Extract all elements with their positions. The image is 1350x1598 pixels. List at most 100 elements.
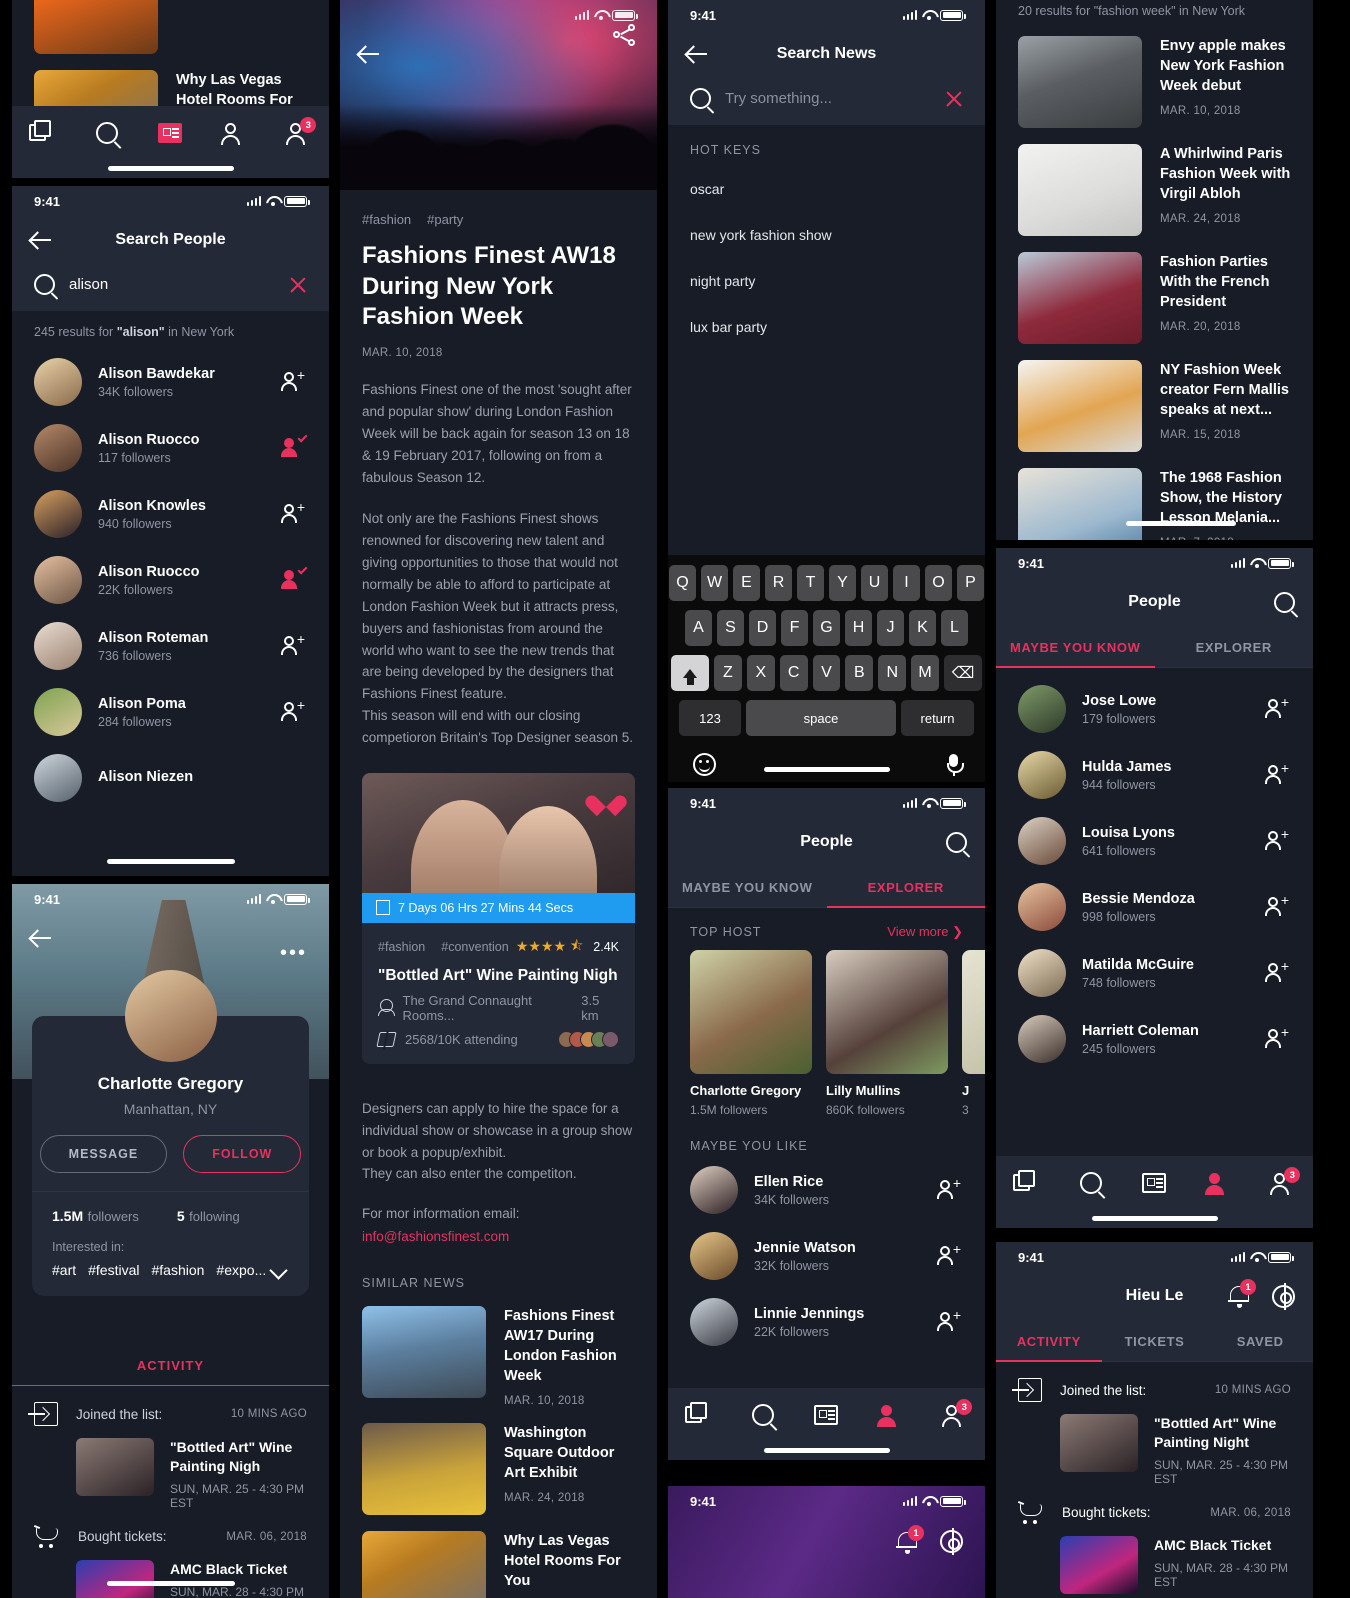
tab-maybe-you-know[interactable]: MAYBE YOU KNOW [996,626,1155,668]
following-icon[interactable] [281,432,308,460]
following-icon[interactable] [281,564,308,592]
key-y[interactable]: Y [829,565,856,601]
share-icon[interactable] [613,24,635,46]
activity-item[interactable]: "Bottled Art" Wine Painting Nigh SUN, MA… [76,1438,307,1510]
add-friend-icon[interactable]: + [281,698,307,724]
news-icon[interactable] [155,120,185,148]
news-list-item[interactable]: Why Las Vegas Hotel Rooms For You MAR. 2… [340,1523,657,1598]
profile-icon[interactable]: 3 [282,117,317,148]
back-icon[interactable] [30,229,52,251]
email-link[interactable]: info@fashionsfinest.com [362,1229,635,1244]
news-list-item[interactable]: NY Fashion Week creator Fern Mallis spea… [996,352,1313,460]
key-l[interactable]: L [941,610,968,646]
event-tag[interactable]: #convention [441,940,508,954]
home-icon[interactable] [28,120,59,148]
clear-icon[interactable] [945,90,963,108]
gear-icon[interactable] [1272,1284,1295,1308]
people-icon[interactable] [219,120,249,148]
list-item[interactable]: Harriett Coleman 245 followers + [996,1006,1313,1072]
gear-icon[interactable] [940,1530,963,1553]
chevron-down-icon[interactable] [269,1260,288,1280]
key-o[interactable]: O [925,565,952,601]
search-icon[interactable] [1274,591,1295,613]
list-item[interactable]: Matilda McGuire 748 followers + [996,940,1313,1006]
list-item[interactable]: Alison Niezen [12,745,329,811]
tab-maybe-you-know[interactable]: MAYBE YOU KNOW [668,866,827,907]
search-icon[interactable] [946,831,967,853]
list-item[interactable]: Alison Knowles 940 followers + [12,481,329,547]
key-p[interactable]: P [957,565,984,601]
news-icon[interactable] [1139,1170,1169,1198]
host-card[interactable]: Charlotte Gregory 1.5M followers [690,950,812,1117]
activity-item[interactable]: AMC Black Ticket SUN, MAR. 28 - 4:30 PM … [76,1559,307,1598]
news-list-item[interactable]: The 1968 Fashion Show, the History Lesso… [996,460,1313,540]
key-h[interactable]: H [845,610,872,646]
hotkey-item[interactable]: night party [690,273,963,289]
add-friend-icon[interactable]: + [281,500,307,526]
news-list-item[interactable]: Fashion Parties With the French Presiden… [996,244,1313,352]
list-item[interactable]: Jennie Watson 32K followers + [668,1223,985,1289]
key-g[interactable]: G [813,610,840,646]
news-list-item[interactable]: Envy apple makes New York Fashion Week d… [996,28,1313,136]
key-b[interactable]: B [845,655,874,691]
key-n[interactable]: N [878,655,907,691]
search-bar[interactable]: Try something... [668,78,985,125]
list-item[interactable]: Bessie Mendoza 998 followers + [996,874,1313,940]
hotkey-item[interactable]: lux bar party [690,319,963,335]
tab-saved[interactable]: SAVED [1207,1320,1313,1361]
space-key[interactable]: space [746,700,896,736]
activity-tab[interactable]: ACTIVITY [12,1344,329,1386]
tab-tickets[interactable]: TICKETS [1102,1320,1208,1361]
add-friend-icon[interactable]: + [281,632,307,658]
shift-key[interactable] [671,655,709,691]
tab-explorer[interactable]: EXPLORER [1155,626,1314,667]
home-icon[interactable] [684,1402,715,1430]
message-button[interactable]: MESSAGE [39,1135,168,1173]
notification-bell-icon[interactable]: 1 [1228,1279,1256,1308]
search-icon[interactable] [1076,1170,1106,1198]
people-icon[interactable] [875,1402,905,1430]
home-icon[interactable] [1012,1170,1043,1198]
add-friend-icon[interactable]: + [937,1242,963,1268]
search-input[interactable]: Try something... [725,90,931,107]
add-friend-icon[interactable]: + [1265,959,1291,985]
clear-icon[interactable] [289,276,307,294]
list-item[interactable]: Alison Bawdekar 34K followers + [12,349,329,415]
host-card[interactable]: Lilly Mullins 860K followers [826,950,948,1117]
key-m[interactable]: M [911,655,940,691]
key-a[interactable]: A [685,610,712,646]
event-tag[interactable]: #fashion [378,940,425,954]
list-item[interactable]: Louisa Lyons 641 followers + [996,808,1313,874]
key-s[interactable]: S [717,610,744,646]
host-card[interactable]: J 3 [962,950,985,1117]
list-item[interactable]: Alison Ruocco 22K followers [12,547,329,613]
tab-explorer[interactable]: EXPLORER [826,866,986,908]
key-j[interactable]: J [877,610,904,646]
numeric-key[interactable]: 123 [679,700,741,736]
key-q[interactable]: Q [669,565,696,601]
key-u[interactable]: U [861,565,888,601]
key-x[interactable]: X [746,655,775,691]
add-friend-icon[interactable]: + [937,1308,963,1334]
key-v[interactable]: V [812,655,841,691]
notification-bell-icon[interactable]: 1 [896,1525,924,1554]
interest-tag[interactable]: #art [52,1262,76,1278]
microphone-icon[interactable] [947,753,964,776]
key-f[interactable]: F [781,610,808,646]
add-friend-icon[interactable]: + [1265,761,1291,787]
news-list-item[interactable]: A Whirlwind Paris Fashion Week with Virg… [996,136,1313,244]
article-tag[interactable]: #fashion [362,212,411,227]
hotkey-item[interactable]: new york fashion show [690,227,963,243]
article-tag[interactable]: #party [427,212,463,227]
backspace-key[interactable]: ⌫ [944,655,983,691]
return-key[interactable]: return [901,700,974,736]
key-e[interactable]: E [733,565,760,601]
interest-tag[interactable]: #expo... [216,1262,266,1278]
list-item[interactable]: Linnie Jennings 22K followers + [668,1289,985,1355]
activity-item[interactable]: AMC Black Ticket SUN, MAR. 28 - 4:30 PM … [1060,1535,1291,1594]
list-item[interactable]: Jose Lowe 179 followers + [996,676,1313,742]
list-item[interactable]: Alison Ruocco 117 followers [12,415,329,481]
profile-icon[interactable]: 3 [938,1399,973,1430]
key-r[interactable]: R [765,565,792,601]
key-c[interactable]: C [779,655,808,691]
